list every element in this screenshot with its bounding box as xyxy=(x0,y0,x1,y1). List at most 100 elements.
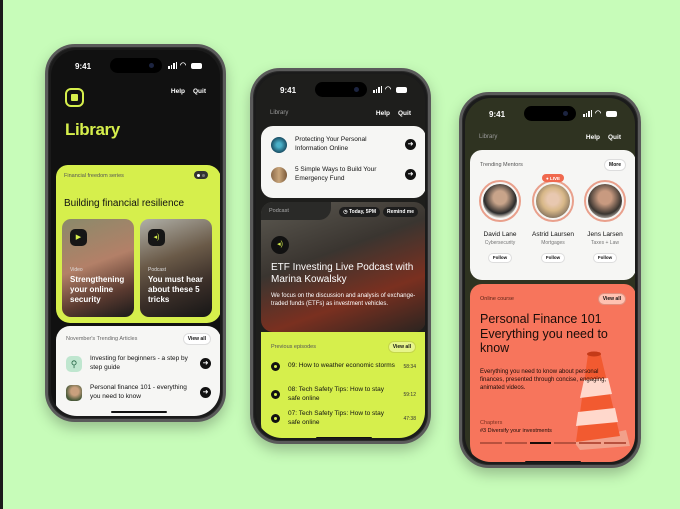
arrow-right-icon[interactable]: ➜ xyxy=(200,387,211,398)
episode-title: 08: Tech Safety Tips: How to stay safe o… xyxy=(288,386,384,402)
card-title: Strengthening your online security xyxy=(70,275,125,304)
list-item[interactable]: 5 Simple Ways to Build Your Emergency Fu… xyxy=(271,166,416,183)
status-bar: 9:41 ◠ xyxy=(256,82,425,98)
episode-title: 09: How to weather economic storms xyxy=(288,362,395,370)
mentor-role: Taxes + Law xyxy=(591,240,619,246)
podcast-label: Podcast xyxy=(269,208,289,214)
mentor-item[interactable]: David Lane Cybersecurity Follow xyxy=(475,180,525,264)
dynamic-island xyxy=(524,106,576,121)
article-title: Protecting Your Personal Information Onl… xyxy=(295,136,367,152)
library-link[interactable]: Library xyxy=(479,134,497,140)
mentor-item[interactable]: Jens Larsen Taxes + Law Follow xyxy=(580,180,630,264)
article-list: Protecting Your Personal Information Onl… xyxy=(261,126,425,198)
more-button[interactable]: More xyxy=(604,159,626,171)
live-badge: ● LIVE xyxy=(542,174,564,182)
quit-link[interactable]: Quit xyxy=(398,110,411,117)
help-link[interactable]: Help xyxy=(586,134,600,141)
quit-link[interactable]: Quit xyxy=(608,134,621,141)
progress-segment[interactable] xyxy=(480,442,502,444)
page-title: Library xyxy=(65,120,120,139)
screen: 9:41 ◠ Library Help Quit Protecting Your … xyxy=(256,74,425,438)
podcast-description: We focus on the discussion and analysis … xyxy=(271,293,416,307)
podcast-card[interactable]: Podcast ◷ Today, 5PM Remind me ◂) ETF In… xyxy=(261,202,425,332)
episode-title: 07: Tech Safety Tips: How to stay safe o… xyxy=(288,410,384,426)
status-time: 9:41 xyxy=(280,86,297,95)
progress-segment[interactable] xyxy=(604,442,626,444)
dynamic-island xyxy=(109,58,162,73)
mentors-heading: Trending Mentors xyxy=(480,162,523,168)
progress-segment[interactable] xyxy=(504,442,527,444)
mentor-name: David Lane xyxy=(483,231,517,238)
list-item[interactable]: Personal finance 101 - everything you ne… xyxy=(66,384,211,401)
pager-dots[interactable] xyxy=(194,171,208,179)
mentor-name: Jens Larsen xyxy=(587,231,623,238)
arrow-right-icon[interactable]: ➜ xyxy=(200,358,211,369)
view-all-button[interactable]: View all xyxy=(387,341,416,353)
battery-icon xyxy=(191,62,202,69)
trending-mentors: Trending Mentors More David Lane Cyberse… xyxy=(470,150,635,280)
play-icon[interactable] xyxy=(271,390,280,399)
follow-button[interactable]: Follow xyxy=(592,252,618,263)
previous-episodes: Previous episodes View all 09: How to we… xyxy=(261,332,425,438)
signal-icon xyxy=(583,110,592,117)
play-icon[interactable] xyxy=(271,414,280,423)
trending-heading: November's Trending Articles xyxy=(66,336,138,342)
online-course-card[interactable]: Online course View all Personal Finance … xyxy=(470,284,635,462)
avatar[interactable] xyxy=(532,180,574,222)
course-title: Personal Finance 101 Everything you need… xyxy=(480,312,608,355)
mentor-item[interactable]: ● LIVE Astrid Laursen Mortgages Follow xyxy=(528,174,578,264)
chapters-label: Chapters xyxy=(480,420,503,426)
arrow-right-icon[interactable]: ➜ xyxy=(405,139,416,150)
magnifier-icon: ⚲ xyxy=(66,355,82,372)
podcast-card[interactable]: ◂) Podcast You must hear about these 5 t… xyxy=(140,219,212,317)
article-thumbnail xyxy=(271,166,287,183)
book-icon[interactable] xyxy=(65,88,84,107)
episode-row[interactable]: 09: How to weather economic storms 58:34 xyxy=(271,362,416,371)
view-all-button[interactable]: View all xyxy=(182,333,211,345)
follow-button[interactable]: Follow xyxy=(540,252,566,263)
status-bar: 9:41 ◠ xyxy=(465,106,635,122)
episode-row[interactable]: 08: Tech Safety Tips: How to stay safe o… xyxy=(271,386,416,403)
library-link[interactable]: Library xyxy=(270,110,288,116)
time-chip: ◷ Today, 5PM xyxy=(339,207,381,217)
series-heading: Building financial resilience xyxy=(64,198,185,209)
audio-icon[interactable]: ◂) xyxy=(271,236,289,254)
progress-segment[interactable] xyxy=(554,442,577,444)
play-icon: ▶ xyxy=(70,229,87,246)
traffic-cone-icon xyxy=(574,351,630,450)
mentor-name: Astrid Laursen xyxy=(532,231,574,238)
chapter-progress[interactable] xyxy=(480,442,626,444)
remind-me-button[interactable]: Remind me xyxy=(383,207,418,217)
wifi-icon: ◠ xyxy=(385,86,392,93)
article-title: Personal finance 101 - everything you ne… xyxy=(90,384,187,400)
play-icon[interactable] xyxy=(271,362,280,371)
avatar[interactable] xyxy=(584,180,626,222)
status-bar: 9:41 ◠ xyxy=(51,58,220,74)
phone-podcast: 9:41 ◠ Library Help Quit Protecting Your … xyxy=(250,68,431,444)
course-label: Online course xyxy=(480,296,514,302)
view-all-button[interactable]: View all xyxy=(597,293,626,305)
audio-icon: ◂) xyxy=(148,229,165,246)
screen: 9:41 ◠ Library Help Quit Trending Mentors… xyxy=(465,98,635,462)
article-title: 5 Simple Ways to Build Your Emergency Fu… xyxy=(295,166,377,182)
follow-button[interactable]: Follow xyxy=(487,252,513,263)
progress-segment[interactable] xyxy=(579,442,602,444)
screen: 9:41 ◠ Help Quit Library Building financi… xyxy=(51,50,220,416)
quit-link[interactable]: Quit xyxy=(193,88,206,95)
wifi-icon: ◠ xyxy=(595,110,602,117)
episode-row[interactable]: 07: Tech Safety Tips: How to stay safe o… xyxy=(271,410,416,427)
battery-icon xyxy=(396,86,407,93)
help-link[interactable]: Help xyxy=(171,88,185,95)
video-card[interactable]: ▶ Video Strengthening your online securi… xyxy=(62,219,134,317)
arrow-right-icon[interactable]: ➜ xyxy=(405,169,416,180)
help-link[interactable]: Help xyxy=(376,110,390,117)
home-indicator xyxy=(315,436,372,438)
progress-segment[interactable] xyxy=(529,442,552,444)
list-item[interactable]: ⚲ Investing for beginners - a step by st… xyxy=(66,355,211,372)
list-item[interactable]: Protecting Your Personal Information Onl… xyxy=(271,136,416,153)
card-kind: Video xyxy=(70,267,83,273)
home-indicator xyxy=(110,410,167,413)
avatar[interactable] xyxy=(479,180,521,222)
series-label: Financial freedom series xyxy=(64,173,124,179)
signal-icon xyxy=(373,86,382,93)
